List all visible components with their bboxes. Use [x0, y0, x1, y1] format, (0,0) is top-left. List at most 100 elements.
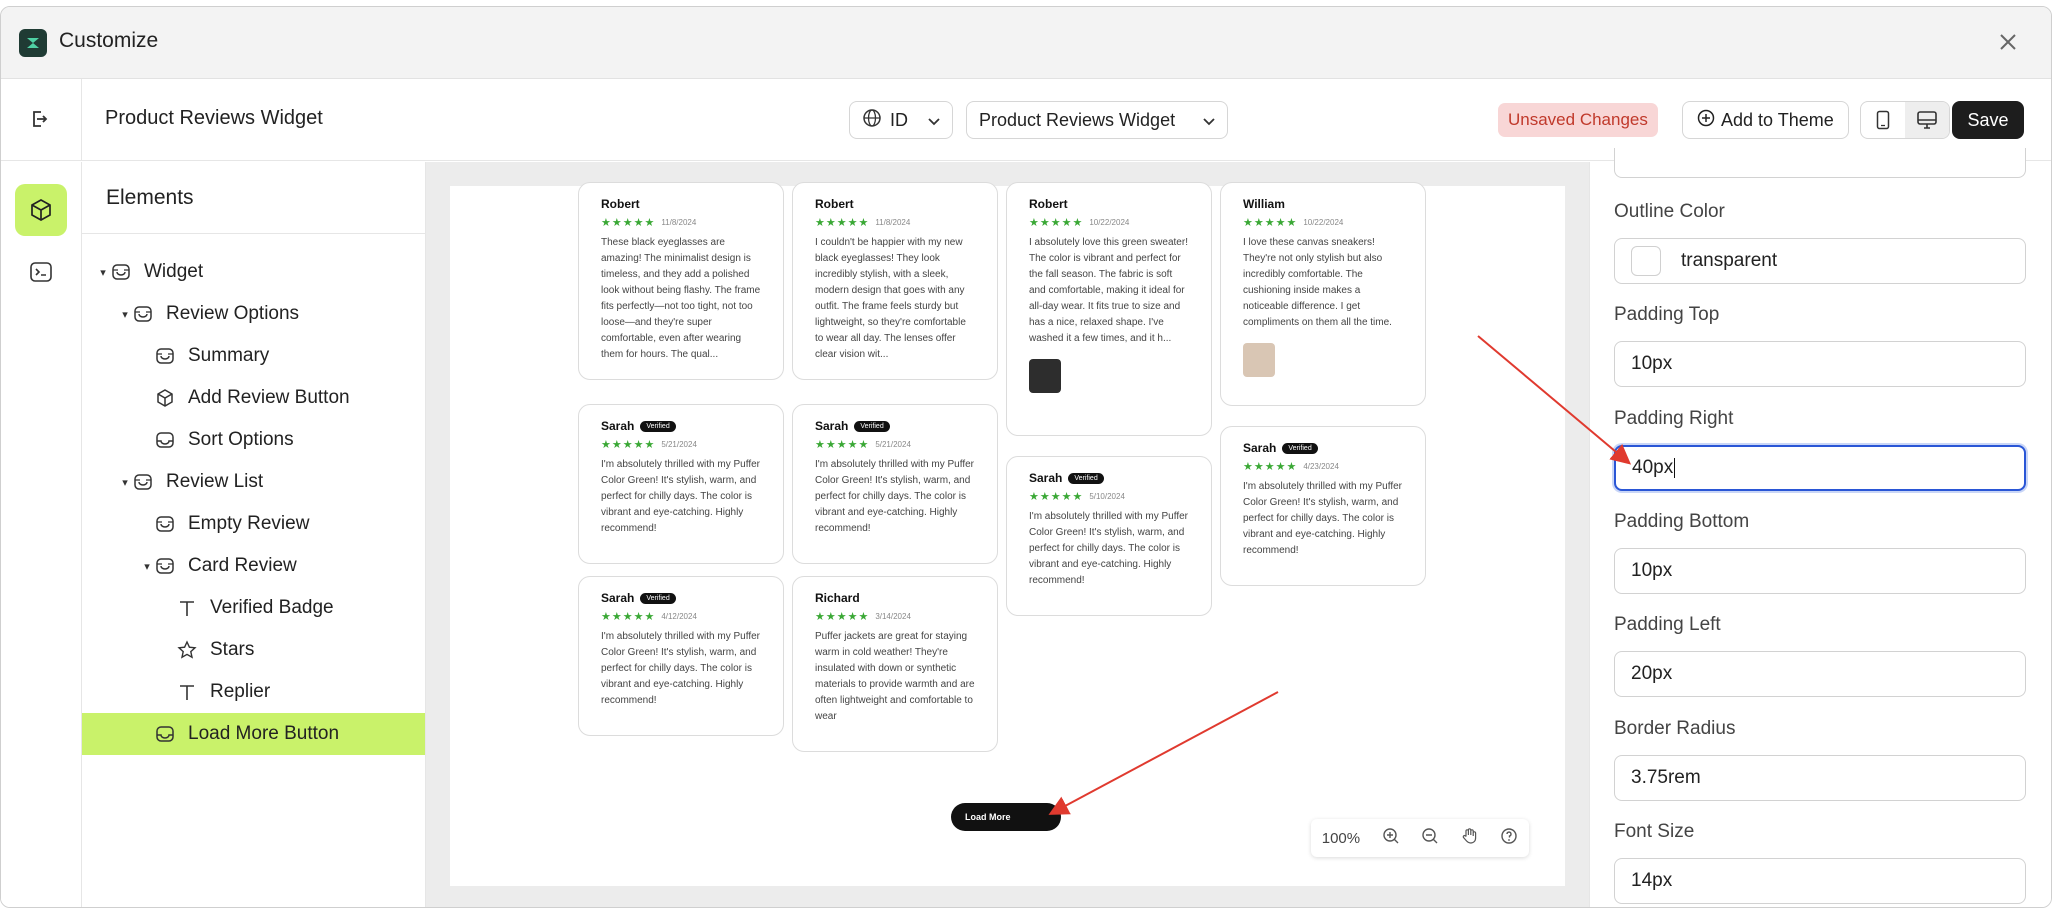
reviewer-name-text: Sarah [1243, 441, 1277, 455]
widget-select-value: Product Reviews Widget [979, 109, 1176, 130]
caret-down-icon[interactable]: ▾ [140, 560, 154, 573]
reviewer-name: Robert [1029, 197, 1189, 211]
tree-item-load-more-button[interactable]: Load More Button [82, 713, 425, 755]
review-date: 10/22/2024 [1089, 218, 1130, 227]
caret-down-icon[interactable]: ▾ [118, 308, 132, 321]
verified-badge: Verified [1068, 472, 1104, 484]
reviewer-name: Sarah Verified [1029, 471, 1189, 485]
hand-pan-icon[interactable] [1461, 827, 1479, 849]
review-card: Richard ★★★★★ 3/14/2024 Puffer jackets are … [792, 576, 998, 752]
tree-item-label: Stars [210, 639, 255, 660]
save-button[interactable]: Save [1952, 101, 2024, 139]
add-to-theme-button[interactable]: Add to Theme [1682, 101, 1849, 139]
review-photo-thumbnail[interactable] [1029, 359, 1061, 393]
review-card: Robert ★★★★★ 11/8/2024 These black eyeglass… [578, 182, 784, 380]
tree-item-label: Replier [210, 681, 271, 702]
stars-glyphs: ★★★★★ [1243, 217, 1298, 229]
close-icon[interactable] [1995, 29, 2021, 55]
outline-color-value: transparent [1681, 250, 1778, 271]
tree-item-review-list[interactable]: ▾ Review List [82, 461, 425, 503]
color-swatch[interactable] [1631, 246, 1661, 276]
chevron-down-icon [1203, 110, 1215, 131]
app-logo-icon [19, 29, 47, 57]
star-rating: ★★★★★ 10/22/2024 [1029, 216, 1189, 229]
text-icon [176, 597, 198, 619]
tree-item-stars[interactable]: Stars [82, 629, 425, 671]
tree-item-label: Sort Options [188, 429, 294, 450]
reviewer-name: William [1243, 197, 1403, 211]
reviewer-name: Robert [815, 197, 975, 211]
text-cursor [1674, 458, 1676, 478]
stars-glyphs: ★★★★★ [1243, 461, 1298, 473]
star-rating: ★★★★★ 5/21/2024 [815, 438, 975, 451]
outline-color-field[interactable]: transparent [1614, 238, 2026, 284]
review-card: Sarah Verified ★★★★★ 4/12/2024 I'm absolutel… [578, 576, 784, 736]
tree-item-verified-badge[interactable]: Verified Badge [82, 587, 425, 629]
exit-icon[interactable] [25, 105, 53, 133]
tree-item-review-options[interactable]: ▾ Review Options [82, 293, 425, 335]
previous-field[interactable] [1614, 148, 2026, 178]
tree-item-label: Load More Button [188, 723, 340, 744]
review-text: I'm absolutely thrilled with my Puffer C… [815, 459, 975, 534]
language-select[interactable]: ID [849, 101, 953, 139]
stars-glyphs: ★★★★★ [601, 611, 656, 623]
mobile-view-icon[interactable] [1861, 102, 1905, 138]
tree-item-replier[interactable]: Replier [82, 671, 425, 713]
load-more-label: Load More [965, 812, 1011, 822]
verified-badge: Verified [854, 420, 890, 432]
elements-panel: Elements ▾ Widget ▾ Review Options Summary Ad… [82, 162, 426, 907]
star-rating: ★★★★★ 10/22/2024 [1243, 216, 1403, 229]
review-card: Sarah Verified ★★★★★ 5/21/2024 I'm absolutel… [578, 404, 784, 564]
stars-glyphs: ★★★★★ [815, 217, 870, 229]
load-more-button[interactable]: Load More [951, 803, 1061, 831]
zoom-in-icon[interactable] [1382, 827, 1400, 849]
review-text: I'm absolutely thrilled with my Puffer C… [1243, 481, 1403, 556]
font-size-input[interactable]: 14px [1614, 858, 2026, 904]
customize-window: Customize Product Reviews Widget ID Prod… [0, 6, 2052, 908]
review-card: Robert ★★★★★ 10/22/2024 I absolutely love t… [1006, 182, 1212, 436]
border-radius-input[interactable]: 3.75rem [1614, 755, 2026, 801]
device-toggle [1860, 101, 1950, 139]
caret-down-icon[interactable]: ▾ [118, 476, 132, 489]
star-rating: ★★★★★ 4/12/2024 [601, 610, 761, 623]
tree-item-card-review[interactable]: ▾ Card Review [82, 545, 425, 587]
widget-select[interactable]: Product Reviews Widget [966, 101, 1228, 139]
star-rating: ★★★★★ 5/10/2024 [1029, 490, 1189, 503]
tree-item-label: Review List [166, 471, 264, 492]
zoom-toolbar: 100% [1311, 819, 1529, 857]
app-title: Customize [59, 29, 159, 52]
review-text: I'm absolutely thrilled with my Puffer C… [601, 631, 761, 706]
desktop-view-icon[interactable] [1905, 102, 1949, 138]
caret-down-icon[interactable]: ▾ [96, 266, 110, 279]
reviewer-name: Sarah Verified [1243, 441, 1403, 455]
padding-top-label: Padding Top [1614, 304, 1720, 325]
tree-item-summary[interactable]: Summary [82, 335, 425, 377]
review-date: 5/21/2024 [661, 440, 697, 449]
star-rating: ★★★★★ 11/8/2024 [815, 216, 975, 229]
reviewer-name: Sarah Verified [601, 419, 761, 433]
zoom-level: 100% [1321, 829, 1361, 847]
star-rating: ★★★★★ 3/14/2024 [815, 610, 975, 623]
tray-icon [154, 723, 176, 745]
help-icon[interactable] [1500, 827, 1518, 849]
tree-item-label: Summary [188, 345, 270, 366]
tree-item-add-review-button[interactable]: Add Review Button [82, 377, 425, 419]
padding-left-input[interactable]: 20px [1614, 651, 2026, 697]
tree-item-label: Add Review Button [188, 387, 350, 408]
padding-left-label: Padding Left [1614, 614, 1721, 635]
elements-tab-icon[interactable] [15, 184, 67, 236]
padding-right-input[interactable]: 40px [1614, 445, 2026, 491]
tree-item-widget[interactable]: ▾ Widget [82, 251, 425, 293]
tree-item-sort-options[interactable]: Sort Options [82, 419, 425, 461]
reviewer-name: Sarah Verified [601, 591, 761, 605]
tree-item-empty-review[interactable]: Empty Review [82, 503, 425, 545]
reviewer-name: Sarah Verified [815, 419, 975, 433]
code-tab-icon[interactable] [15, 246, 67, 298]
padding-bottom-input[interactable]: 10px [1614, 548, 2026, 594]
zoom-out-icon[interactable] [1421, 827, 1439, 849]
review-photo-thumbnail[interactable] [1243, 343, 1275, 377]
verified-badge: Verified [1282, 442, 1318, 454]
reviewer-name: Richard [815, 591, 975, 605]
padding-top-input[interactable]: 10px [1614, 341, 2026, 387]
divider [81, 79, 82, 161]
